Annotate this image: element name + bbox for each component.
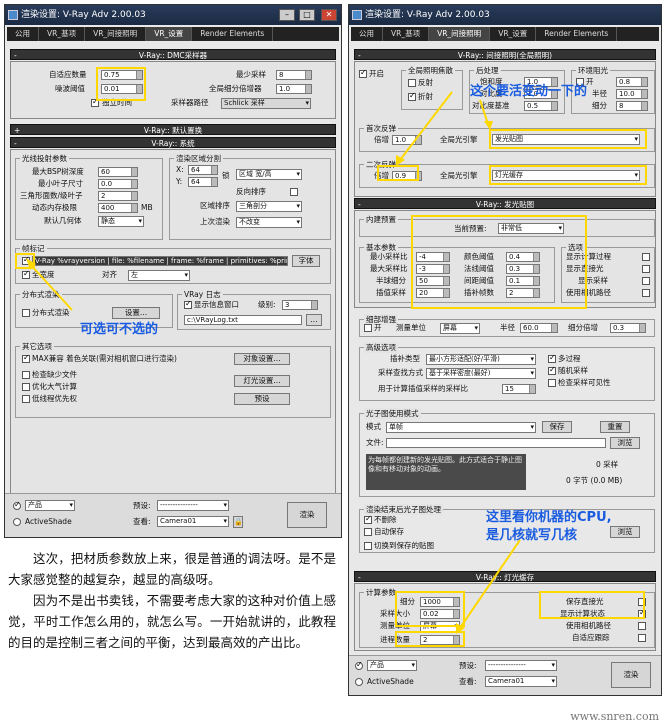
- tutorial-paragraph: 这次，把材质参数放上来，很是普通的调法呀。是不是大家感觉整的越复杂，越显的高级呀…: [8, 548, 336, 653]
- annotation-change-engines: 这个要活变动一下的: [470, 84, 588, 99]
- paragraph-1: 这次，把材质参数放上来，很是普通的调法呀。是不是大家感觉整的越复杂，越显的高级呀…: [8, 551, 336, 587]
- paragraph-2: 因为不是出书卖钱，不需要考虑大家的这种对价值上感觉，平时工作怎么用的，就怎么写。…: [8, 593, 336, 650]
- annotation-cpu-line2: 是几核就写几核: [486, 528, 578, 543]
- annotation-cpu-line1: 这里看你机器的CPU,: [486, 510, 612, 525]
- watermark: www.snren.com: [570, 710, 659, 723]
